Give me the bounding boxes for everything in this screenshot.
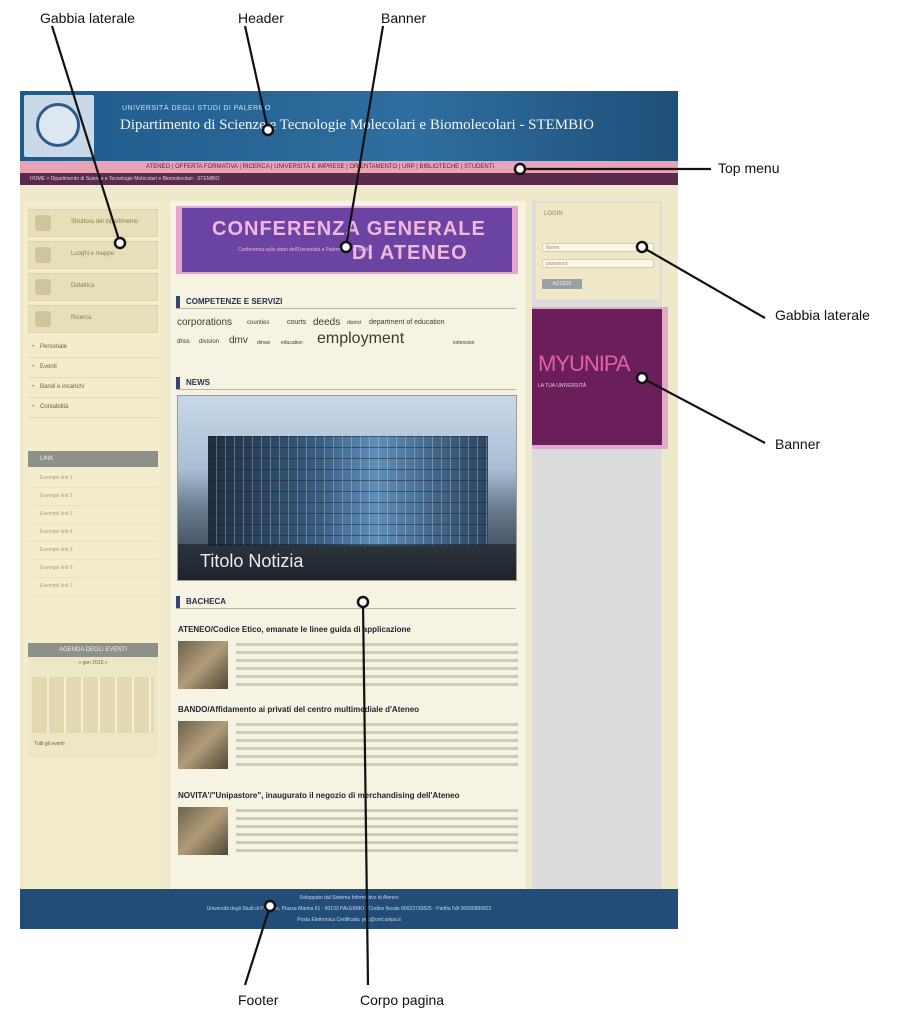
- label-header: Header: [238, 10, 284, 26]
- label-gabbia-laterale-left: Gabbia laterale: [40, 10, 135, 26]
- label-banner-top: Banner: [381, 10, 427, 26]
- label-footer: Footer: [238, 992, 279, 1008]
- label-banner-right: Banner: [775, 436, 821, 452]
- label-corpo-pagina: Corpo pagina: [360, 992, 445, 1008]
- label-top-menu: Top menu: [718, 160, 780, 176]
- label-gabbia-laterale-right: Gabbia laterale: [775, 307, 870, 323]
- callout-lines: [50, 25, 766, 986]
